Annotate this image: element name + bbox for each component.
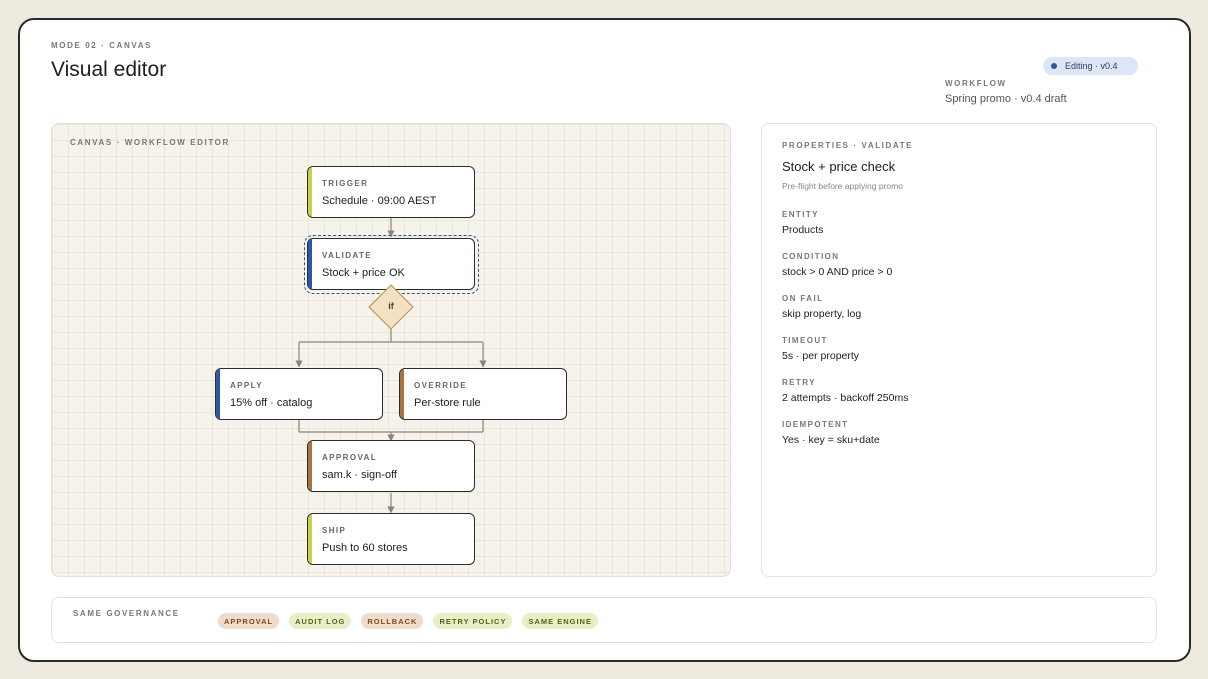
node-text: sam.k · sign-off — [322, 469, 397, 481]
properties-node-name[interactable]: Stock + price check — [782, 159, 895, 174]
status-badge-label: Editing · v0.4 — [1065, 61, 1118, 71]
property-key: ENTITY — [782, 210, 819, 219]
property-condition[interactable]: CONDITION stock > 0 AND price > 0 — [782, 252, 892, 278]
workflow-name: Spring promo · v0.4 draft — [945, 93, 1067, 105]
tag-retry-policy[interactable]: RETRY POLICY — [433, 613, 513, 629]
node-text: 15% off · catalog — [230, 397, 313, 409]
properties-panel: PROPERTIES · VALIDATE Stock + price chec… — [761, 123, 1157, 577]
property-value[interactable]: 5s · per property — [782, 350, 859, 362]
node-accent-bar — [216, 369, 220, 419]
property-key: ON FAIL — [782, 294, 824, 303]
node-override[interactable]: OVERRIDE Per-store rule — [399, 368, 567, 420]
node-ship[interactable]: SHIP Push to 60 stores — [307, 513, 475, 565]
property-value[interactable]: skip property, log — [782, 308, 861, 320]
tag-same-engine[interactable]: SAME ENGINE — [522, 613, 598, 629]
node-kind: OVERRIDE — [414, 381, 467, 390]
node-kind: TRIGGER — [322, 179, 369, 188]
property-value[interactable]: 2 attempts · backoff 250ms — [782, 392, 908, 404]
tag-audit-log[interactable]: AUDIT LOG — [289, 613, 352, 629]
property-value[interactable]: Yes · key = sku+date — [782, 434, 880, 446]
workflow-label: WORKFLOW — [945, 79, 1007, 88]
property-key: RETRY — [782, 378, 816, 387]
properties-header: PROPERTIES · VALIDATE — [782, 141, 914, 150]
property-key: IDEMPOTENT — [782, 420, 849, 429]
page-title: Visual editor — [51, 58, 167, 81]
node-approval[interactable]: APPROVAL sam.k · sign-off — [307, 440, 475, 492]
status-dot-icon — [1051, 63, 1057, 69]
governance-strip: SAME GOVERNANCE APPROVAL AUDIT LOG ROLLB… — [51, 597, 1157, 643]
workflow-canvas[interactable]: CANVAS · WORKFLOW EDITOR TRIGGER Schedul… — [51, 123, 731, 577]
governance-label: SAME GOVERNANCE — [73, 609, 180, 618]
property-idempotent[interactable]: IDEMPOTENT Yes · key = sku+date — [782, 420, 880, 446]
property-on-fail[interactable]: ON FAIL skip property, log — [782, 294, 861, 320]
tag-approval[interactable]: APPROVAL — [218, 613, 280, 629]
node-kind: APPROVAL — [322, 453, 378, 462]
property-timeout[interactable]: TIMEOUT 5s · per property — [782, 336, 859, 362]
mode-label: MODE 02 · CANVAS — [51, 41, 153, 50]
node-kind: SHIP — [322, 526, 347, 535]
node-accent-bar — [308, 167, 312, 217]
property-retry[interactable]: RETRY 2 attempts · backoff 250ms — [782, 378, 908, 404]
node-text: Stock + price OK — [322, 267, 405, 279]
node-accent-bar — [308, 441, 312, 491]
node-trigger[interactable]: TRIGGER Schedule · 09:00 AEST — [307, 166, 475, 218]
node-apply[interactable]: APPLY 15% off · catalog — [215, 368, 383, 420]
node-accent-bar — [400, 369, 404, 419]
property-key: CONDITION — [782, 252, 840, 261]
governance-tags: APPROVAL AUDIT LOG ROLLBACK RETRY POLICY… — [218, 613, 598, 629]
property-value[interactable]: Products — [782, 224, 823, 236]
property-value[interactable]: stock > 0 AND price > 0 — [782, 266, 892, 278]
properties-subtitle: Pre-flight before applying promo — [782, 181, 903, 191]
node-text: Schedule · 09:00 AEST — [322, 195, 437, 207]
node-text: Push to 60 stores — [322, 542, 408, 554]
node-validate[interactable]: VALIDATE Stock + price OK — [307, 238, 475, 290]
node-kind: VALIDATE — [322, 251, 373, 260]
property-key: TIMEOUT — [782, 336, 828, 345]
property-entity[interactable]: ENTITY Products — [782, 210, 823, 236]
node-accent-bar — [308, 514, 312, 564]
tag-rollback[interactable]: ROLLBACK — [361, 613, 424, 629]
node-text: Per-store rule — [414, 397, 481, 409]
status-badge[interactable]: Editing · v0.4 — [1043, 57, 1138, 75]
node-accent-bar — [308, 239, 312, 289]
node-kind: APPLY — [230, 381, 263, 390]
decision-label: if — [388, 301, 394, 311]
